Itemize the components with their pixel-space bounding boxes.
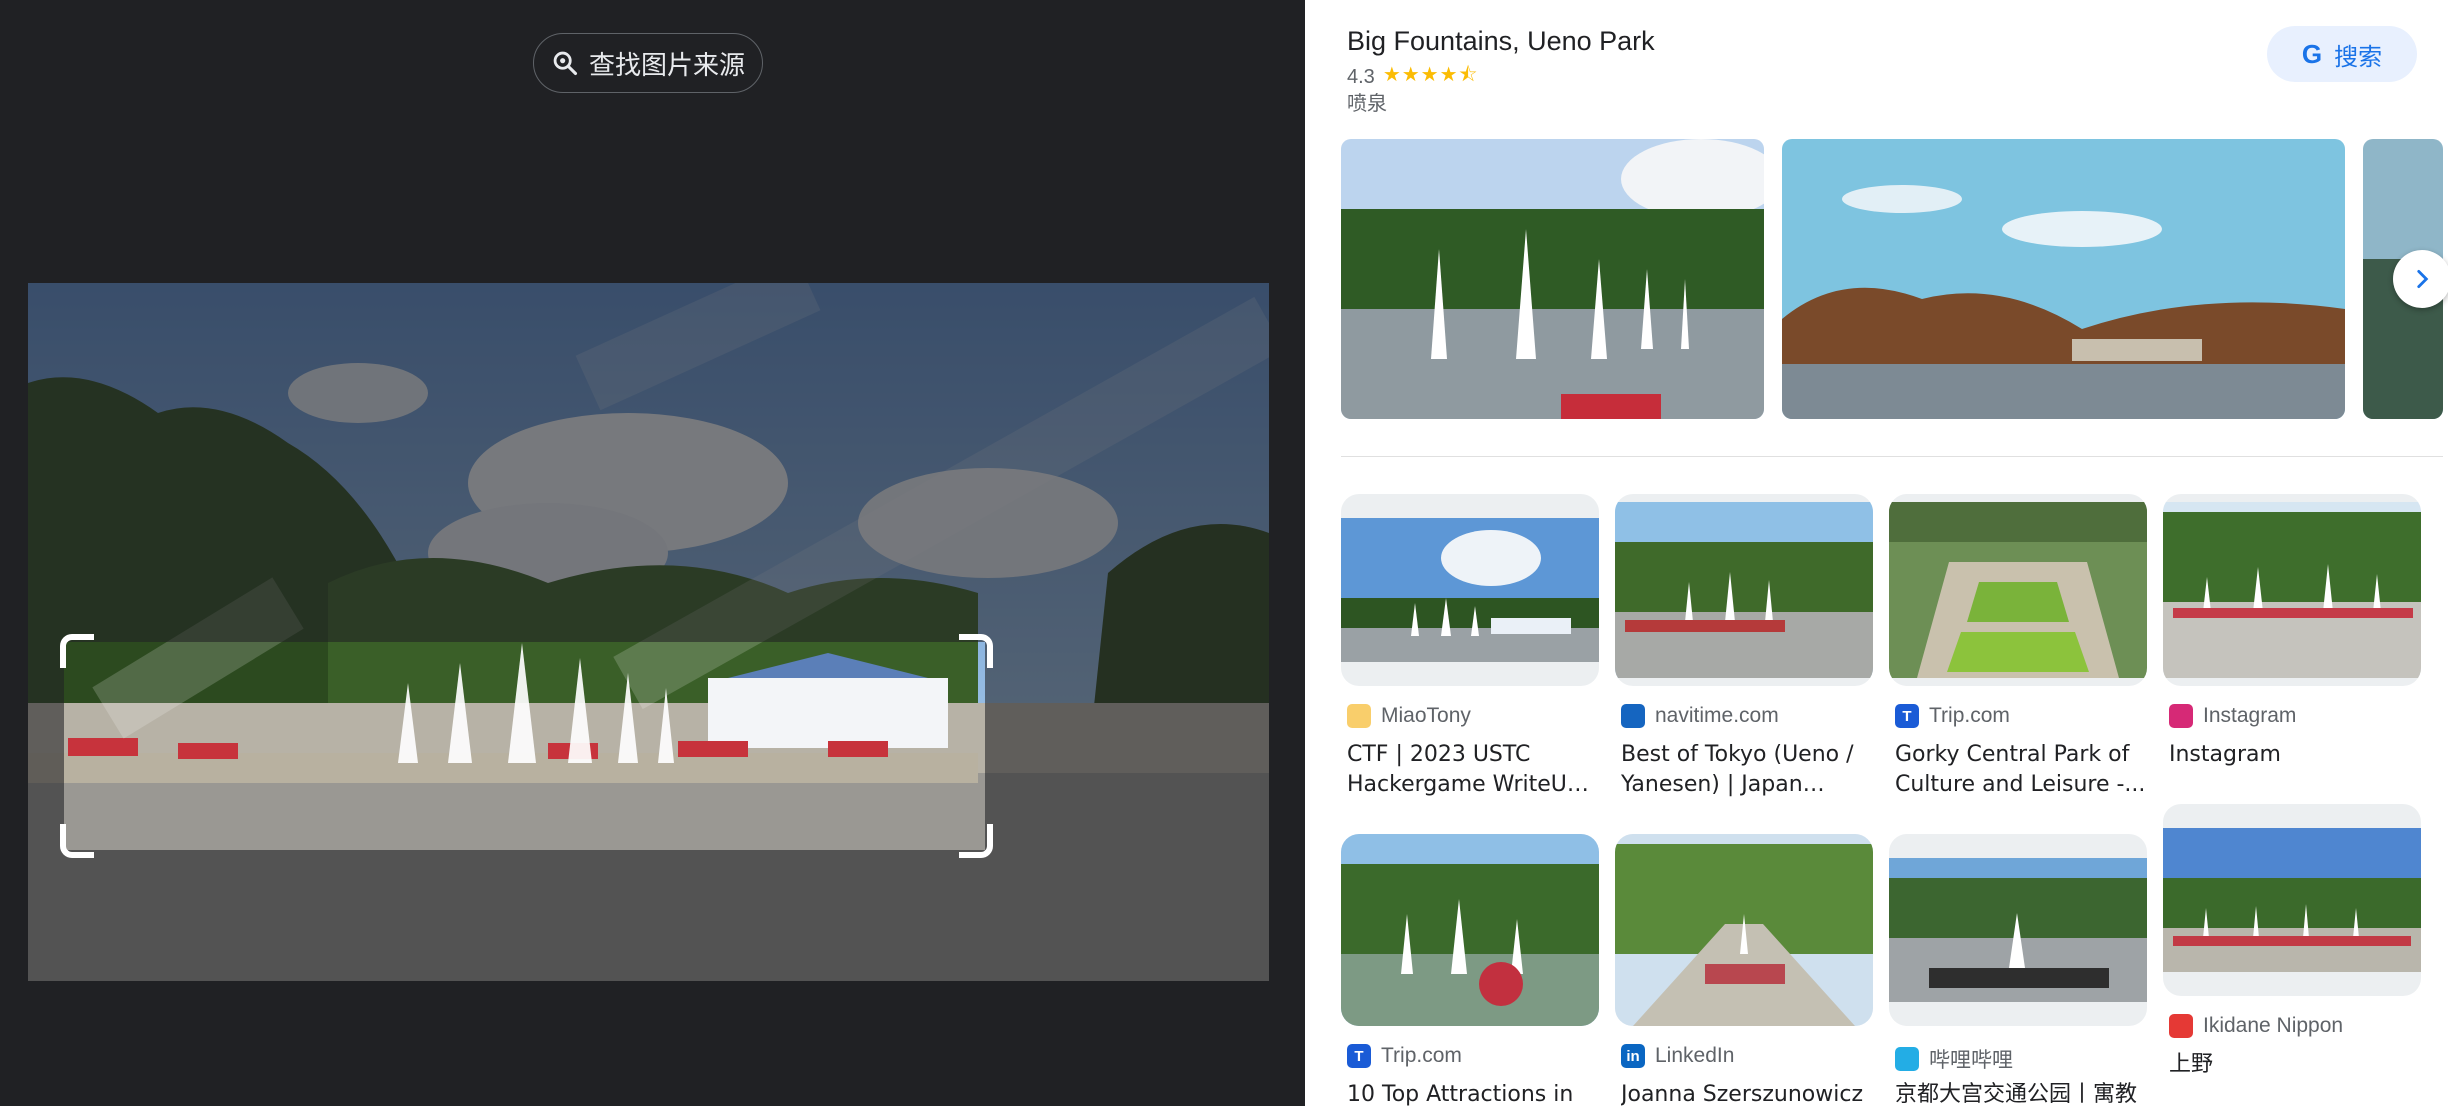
search-button-label: 搜索 <box>2334 42 2383 71</box>
place-photo[interactable] <box>1782 139 2345 419</box>
results-panel: Big Fountains, Ueno Park 4.3 ★★★★⯪ 喷泉 G … <box>1305 0 2448 1106</box>
image-viewer-panel: 查找图片来源 <box>0 0 1305 1106</box>
fountain-photo-image <box>1889 858 2147 1002</box>
fountain-photo-image <box>1341 139 1764 419</box>
park-pond-photo-image <box>1782 139 2345 419</box>
result-title[interactable]: Gorky Central Park of Culture and Leisur… <box>1895 740 2147 800</box>
result-title[interactable]: 京都大宫交通公园丨寓教 <box>1895 1080 2147 1106</box>
result-source: Instagram <box>2169 704 2296 728</box>
result-source-label: 哔哩哔哩 <box>1929 1049 2013 1072</box>
result-title[interactable]: Instagram <box>2169 740 2421 770</box>
linkedin-icon: in <box>1621 1044 1645 1068</box>
result-thumbnail <box>1889 834 2147 1026</box>
crop-handle-top-left[interactable] <box>60 634 94 668</box>
dim-overlay-left <box>28 642 64 850</box>
result-source: 哔哩哔哩 <box>1895 1044 2013 1074</box>
rating-value: 4.3 <box>1347 65 1375 88</box>
result-title[interactable]: 10 Top Attractions in <box>1347 1080 1599 1106</box>
crop-handle-bottom-left[interactable] <box>60 824 94 858</box>
result-thumbnail <box>2163 804 2421 996</box>
google-g-icon: G <box>2301 38 2323 69</box>
result-source-label: LinkedIn <box>1655 1044 1735 1067</box>
find-image-source-button[interactable]: 查找图片来源 <box>533 33 763 93</box>
section-divider <box>1341 456 2443 457</box>
park-path-photo-image <box>1615 834 1873 1026</box>
result-source: MiaoTony <box>1347 704 1471 728</box>
place-title[interactable]: Big Fountains, Ueno Park <box>1347 26 1655 57</box>
fountain-photo-image <box>1341 834 1599 1026</box>
find-image-source-label: 查找图片来源 <box>588 50 745 81</box>
google-search-button[interactable]: G 搜索 <box>2267 26 2417 82</box>
carousel-next-button[interactable] <box>2393 250 2448 308</box>
dim-overlay-bottom <box>28 850 1269 981</box>
fountain-photo-image <box>1615 502 1873 678</box>
crop-handle-top-right[interactable] <box>959 634 993 668</box>
fountain-photo-image <box>2163 828 2421 972</box>
crop-handle-bottom-right[interactable] <box>959 824 993 858</box>
result-title[interactable]: CTF | 2023 USTC Hackergame WriteUp |... <box>1347 740 1599 800</box>
chevron-right-icon <box>2417 270 2429 288</box>
dim-overlay-top <box>28 283 1269 642</box>
lens-search-icon <box>553 51 578 76</box>
result-thumbnail <box>1615 834 1873 1026</box>
park-aerial-photo-image <box>1889 502 2147 678</box>
result-source-label: Ikidane Nippon <box>2203 1014 2344 1037</box>
result-source-label: Trip.com <box>1929 704 2010 727</box>
result-source: Ikidane Nippon <box>2169 1014 2343 1038</box>
instagram-icon <box>2169 704 2193 728</box>
result-source-label: Instagram <box>2203 704 2297 727</box>
fountain-photo-image <box>1341 518 1599 662</box>
result-thumbnail <box>1341 834 1599 1026</box>
result-thumbnail <box>1341 494 1599 686</box>
tripcom-icon: T <box>1895 704 1919 728</box>
result-title[interactable]: Best of Tokyo (Ueno / Yanesen) | Japan T… <box>1621 740 1873 800</box>
result-source: T Trip.com <box>1347 1044 1462 1068</box>
bilibili-icon <box>1895 1047 1919 1071</box>
result-source: navitime.com <box>1621 704 1779 728</box>
result-source-label: navitime.com <box>1655 704 1779 727</box>
result-title[interactable]: Joanna Szerszunowicz <box>1621 1080 1873 1106</box>
star-rating-icon: ★★★★⯪ <box>1382 62 1479 86</box>
tripcom-icon: T <box>1347 1044 1371 1068</box>
result-source-label: Trip.com <box>1381 1044 1462 1067</box>
navitime-icon <box>1621 704 1645 728</box>
query-photo <box>28 283 1269 981</box>
result-title[interactable]: 上野 <box>2169 1050 2421 1080</box>
result-source: T Trip.com <box>1895 704 2010 728</box>
result-thumbnail <box>1889 494 2147 686</box>
place-photo[interactable] <box>1341 139 1764 419</box>
result-thumbnail <box>1615 494 1873 686</box>
ikidane-icon <box>2169 1014 2193 1038</box>
result-source-label: MiaoTony <box>1381 704 1471 727</box>
dim-overlay-right <box>985 642 1269 850</box>
result-source: in LinkedIn <box>1621 1044 1734 1068</box>
notepad-icon <box>1347 704 1371 728</box>
place-category: 喷泉 <box>1347 91 1387 115</box>
crop-selection-box[interactable] <box>60 634 993 858</box>
fountain-photo-image <box>2163 502 2421 678</box>
result-thumbnail <box>2163 494 2421 686</box>
